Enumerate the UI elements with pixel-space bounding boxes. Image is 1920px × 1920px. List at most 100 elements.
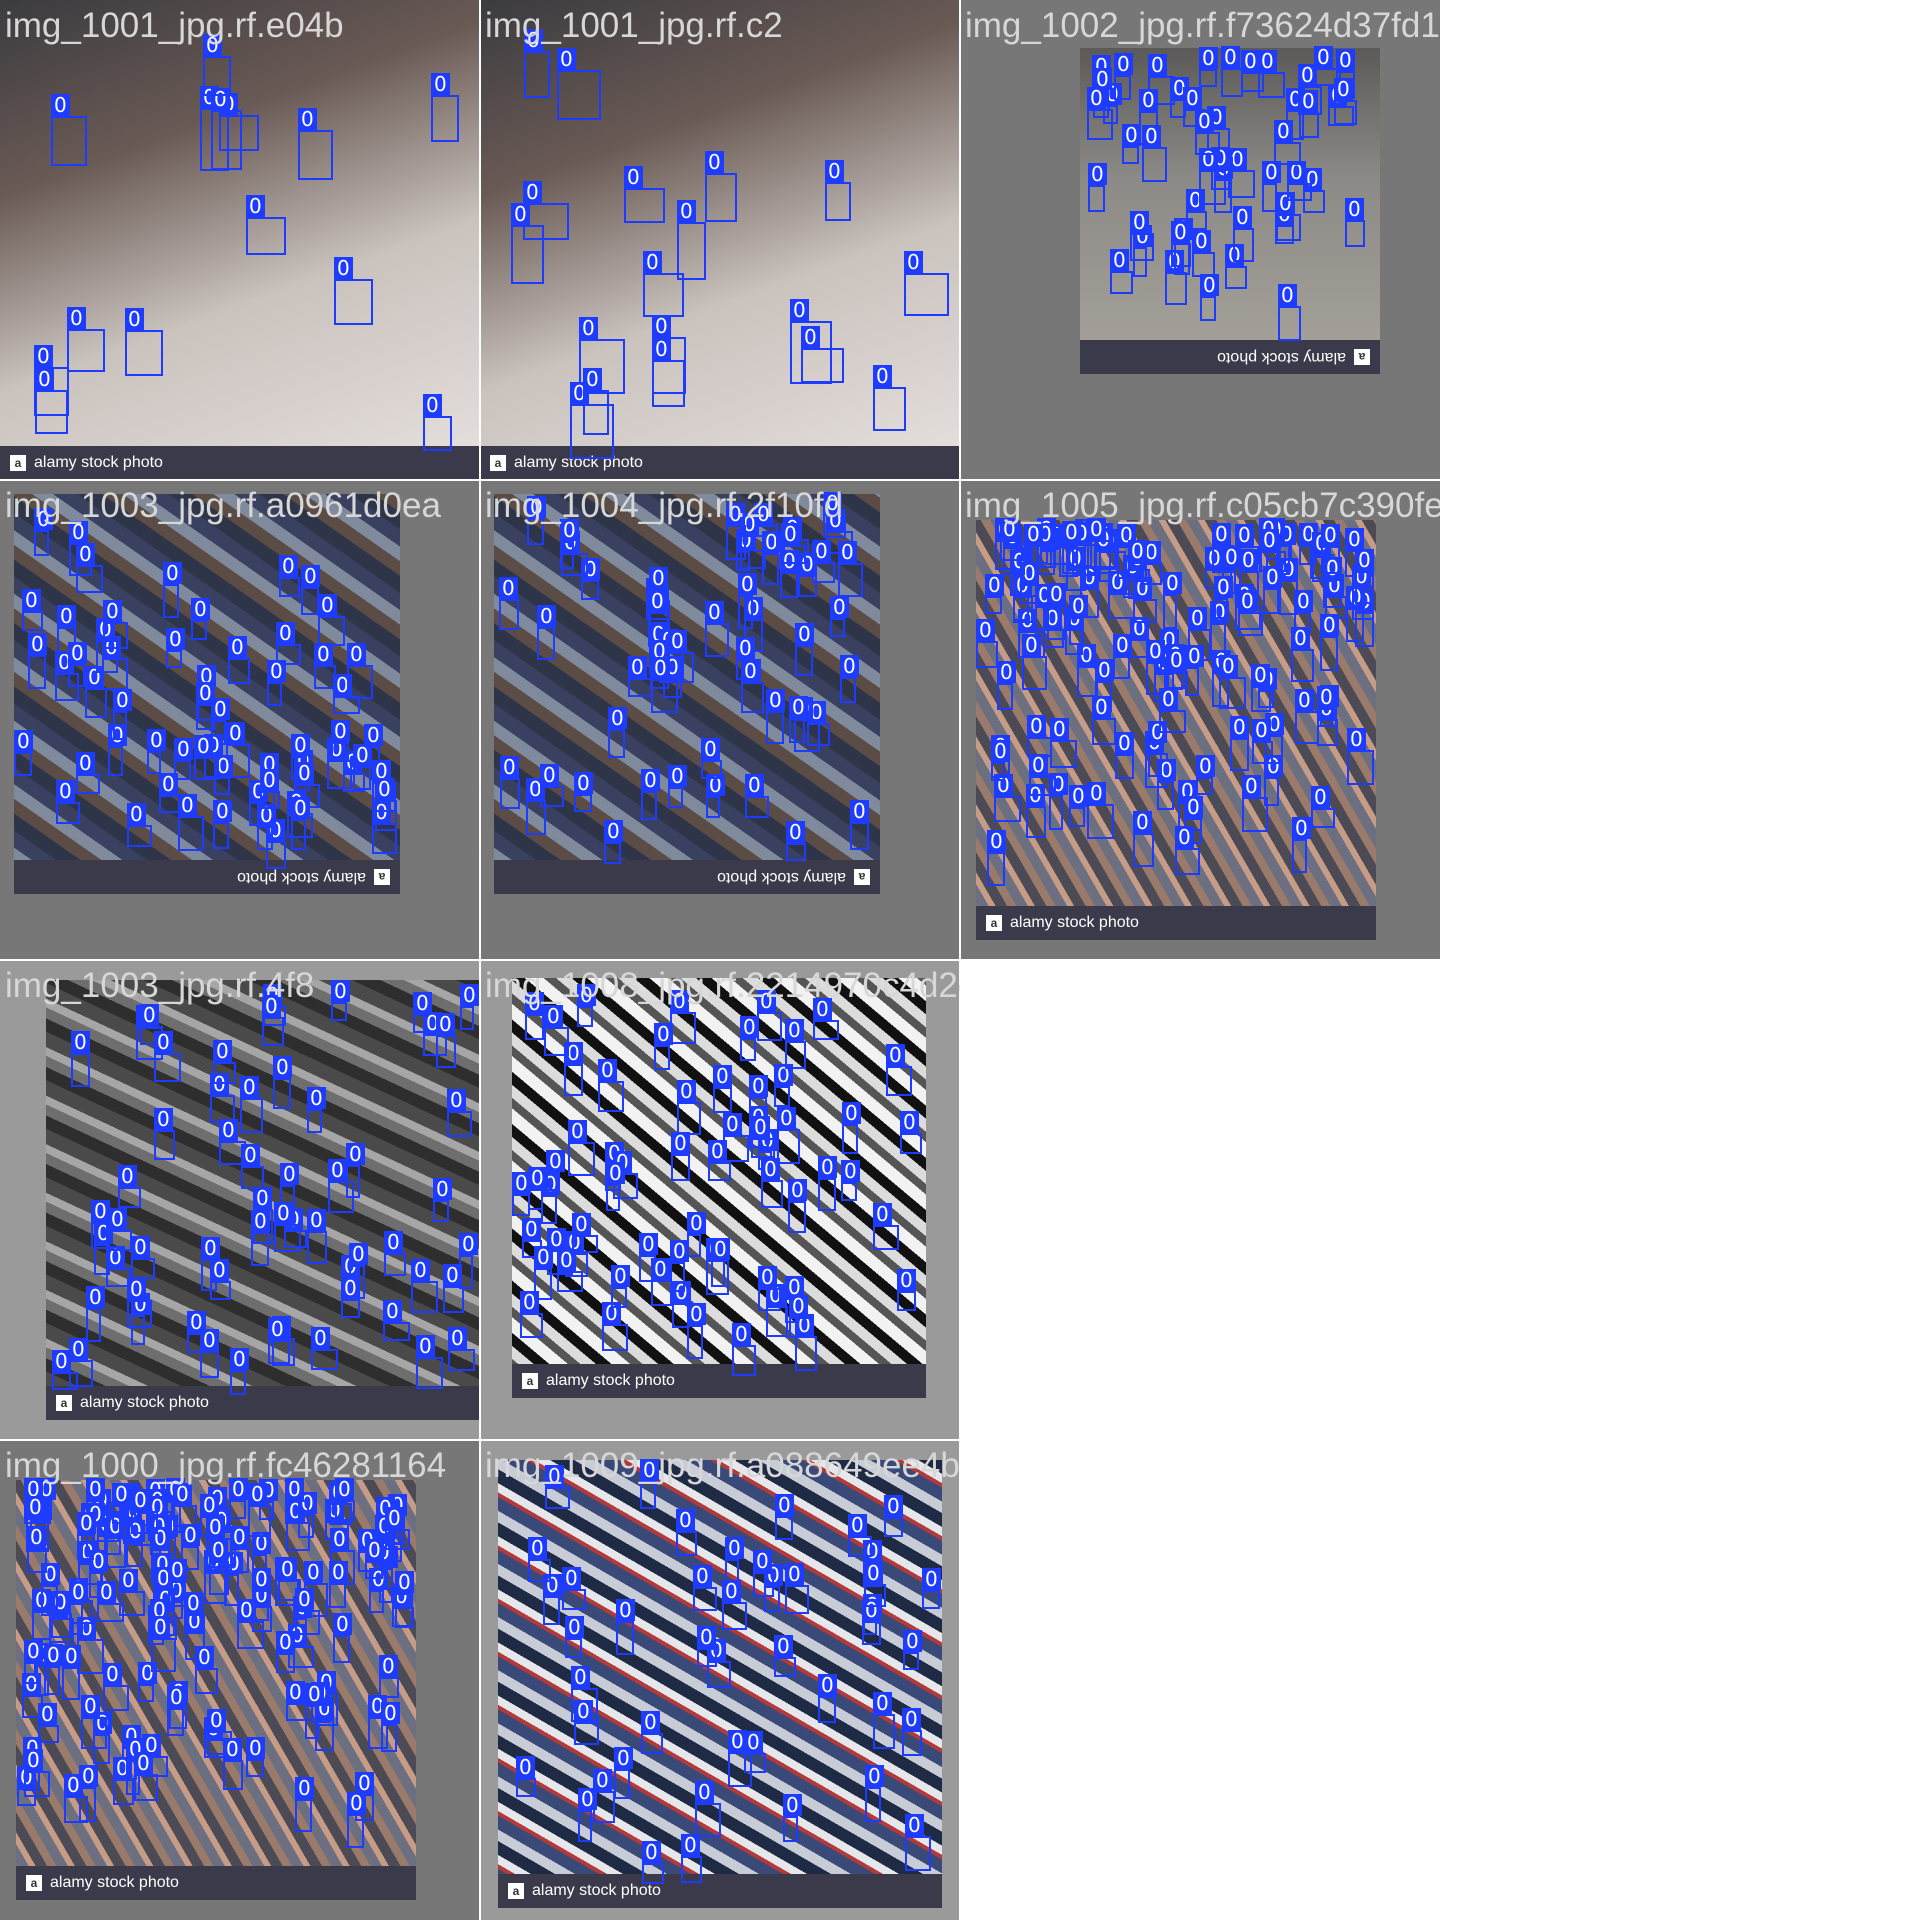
- class-label: 0: [119, 1569, 138, 1591]
- detection-box: 0: [546, 1150, 565, 1191]
- detection-box: 0: [905, 1814, 931, 1871]
- detection-box: 0: [1133, 577, 1157, 623]
- class-label: 0: [113, 689, 132, 711]
- class-label: 0: [641, 1711, 660, 1733]
- detection-box: 0: [436, 1013, 456, 1068]
- detection-box: 0: [1192, 230, 1215, 277]
- class-label: 0: [695, 1781, 714, 1803]
- class-label: 0: [1274, 120, 1293, 142]
- detection-box: 0: [654, 1023, 673, 1070]
- detection-box: 0: [562, 1567, 586, 1610]
- class-label: 0: [200, 1494, 219, 1516]
- class-label: 0: [1292, 817, 1311, 839]
- detection-box: 0: [997, 661, 1016, 710]
- class-label: 0: [385, 1507, 404, 1529]
- detection-box: 0: [1092, 696, 1116, 745]
- detection-box: 0: [301, 565, 320, 615]
- class-label: 0: [1146, 640, 1165, 662]
- class-label: 0: [838, 541, 857, 563]
- class-label: 0: [1110, 249, 1129, 271]
- detection-box: 0: [1295, 689, 1319, 744]
- detection-box: 0: [795, 623, 814, 676]
- detection-box: 0: [1122, 124, 1141, 164]
- detection-box: 0: [433, 1178, 452, 1222]
- detection-box: 0: [774, 1635, 796, 1677]
- detection-box: 0: [223, 1738, 243, 1790]
- class-label: 0: [537, 605, 556, 627]
- detection-box: 0: [353, 744, 372, 790]
- class-label: 0: [775, 1494, 794, 1516]
- class-label: 0: [1024, 523, 1043, 545]
- detection-box: 0: [1230, 716, 1249, 771]
- watermark-text: alamy stock photo: [1217, 349, 1346, 366]
- class-label: 0: [167, 1686, 186, 1708]
- detection-box: 0: [705, 601, 729, 657]
- class-label: 0: [56, 780, 75, 802]
- class-label: 0: [295, 1777, 314, 1799]
- class-label: 0: [97, 1581, 116, 1603]
- class-label: 0: [1050, 718, 1069, 740]
- detection-box: 0: [758, 1266, 781, 1311]
- class-label: 0: [62, 1645, 81, 1667]
- class-label: 0: [544, 1005, 563, 1027]
- watermark-logo: a: [374, 869, 390, 885]
- class-label: 0: [705, 601, 724, 623]
- class-label: 0: [864, 1562, 883, 1584]
- class-label: 0: [1260, 529, 1279, 551]
- detection-box: 0: [108, 724, 127, 776]
- class-label: 0: [1219, 655, 1238, 677]
- class-label: 0: [1258, 50, 1277, 72]
- class-label: 0: [1345, 198, 1364, 220]
- class-label: 0: [395, 1571, 414, 1593]
- watermark-bar: a alamy stock photo: [46, 1386, 480, 1420]
- class-label: 0: [579, 317, 598, 339]
- class-label: 0: [291, 734, 310, 756]
- detection-box: 0: [62, 1645, 81, 1700]
- detection-box: 0: [651, 657, 678, 713]
- detection-box: 0: [813, 998, 839, 1040]
- class-label: 0: [562, 1567, 581, 1589]
- detection-box: 0: [341, 1277, 360, 1318]
- class-label: 0: [178, 794, 197, 816]
- class-label: 0: [334, 257, 353, 279]
- class-label: 0: [830, 596, 849, 618]
- detection-box: 0: [602, 1302, 628, 1351]
- detection-box: 0: [701, 738, 722, 779]
- class-label: 0: [251, 1210, 270, 1232]
- detection-box: 0: [994, 774, 1021, 822]
- class-label: 0: [108, 1208, 127, 1230]
- detection-box: 0: [1022, 634, 1047, 690]
- class-label: 0: [298, 108, 317, 130]
- class-label: 0: [140, 1004, 159, 1026]
- class-label: 0: [1291, 627, 1310, 649]
- detection-box: 0: [174, 738, 193, 780]
- detection-box: 0: [1238, 590, 1263, 636]
- detection-box: 0: [790, 299, 832, 384]
- class-label: 0: [677, 200, 696, 222]
- class-label: 0: [651, 1258, 670, 1280]
- watermark-text: alamy stock photo: [546, 1372, 675, 1389]
- detection-box: 0: [285, 1478, 309, 1524]
- class-label: 0: [652, 315, 671, 337]
- watermark-text: alamy stock photo: [717, 869, 846, 886]
- class-label: 0: [606, 1162, 625, 1184]
- detection-box: 0: [1199, 148, 1226, 205]
- class-label: 0: [527, 496, 546, 518]
- detection-box: 0: [1087, 782, 1114, 839]
- class-label: 0: [52, 1350, 71, 1372]
- detection-box: 0: [574, 1700, 599, 1745]
- class-label: 0: [154, 1108, 173, 1130]
- class-label: 0: [611, 1265, 630, 1287]
- class-label: 0: [68, 642, 87, 664]
- detection-box: 0: [1026, 784, 1046, 838]
- class-label: 0: [24, 1749, 43, 1771]
- detection-box: 0: [35, 368, 68, 434]
- class-label: 0: [69, 1338, 88, 1360]
- class-label: 0: [1000, 518, 1019, 540]
- detection-box: 0: [194, 735, 219, 780]
- class-label: 0: [753, 1550, 772, 1572]
- class-label: 0: [27, 1526, 46, 1548]
- detection-box: 0: [334, 257, 373, 325]
- detection-box: 0: [528, 1167, 547, 1210]
- watermark-text: alamy stock photo: [532, 1882, 661, 1899]
